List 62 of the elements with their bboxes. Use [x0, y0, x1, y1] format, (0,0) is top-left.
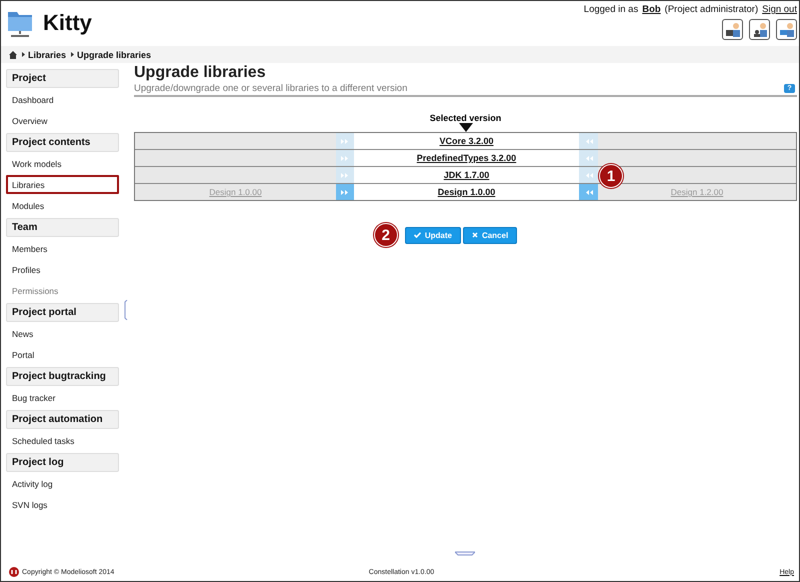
caret-icon [22, 52, 25, 57]
close-icon [472, 232, 478, 238]
sidebar-item[interactable]: Work models [6, 154, 119, 173]
lower-version: Design 1.0.00 [209, 187, 262, 197]
double-right-arrow-icon [341, 138, 349, 144]
page-title: Upgrade libraries [134, 64, 267, 82]
current-version-link[interactable]: VCore 3.2.00 [439, 136, 494, 146]
sidebar-section-header: Project log [6, 453, 119, 472]
double-left-arrow-icon [584, 172, 592, 178]
sidebar-item[interactable]: Scheduled tasks [6, 431, 119, 450]
home-icon[interactable] [9, 50, 17, 58]
sidebar-item[interactable]: Profiles [6, 260, 119, 279]
logo-icon [9, 567, 19, 577]
sidebar-section-header: Project automation [6, 410, 119, 429]
user-monitor-icon [778, 22, 794, 38]
sidebar-item[interactable]: Bug tracker [6, 388, 119, 407]
user-role: (Project administrator) [664, 4, 758, 15]
toolbar-button[interactable] [776, 19, 797, 40]
collapse-handle[interactable] [455, 551, 475, 556]
downgrade-button[interactable] [336, 184, 354, 200]
users-icon [752, 22, 768, 38]
double-left-arrow-icon [584, 156, 592, 160]
sidebar-item[interactable]: Dashboard [6, 90, 119, 109]
check-icon [414, 232, 421, 238]
sidebar-section-header: Project contents [6, 133, 119, 152]
double-right-arrow-icon [341, 190, 349, 194]
sidebar-section-header: Team [6, 218, 119, 237]
sidebar-section-header: Project bugtracking [6, 367, 119, 386]
splitter-handle[interactable] [124, 300, 128, 320]
caret-icon [71, 52, 74, 57]
toolbar-button[interactable] [749, 19, 770, 40]
user-link[interactable]: Bob [642, 4, 661, 15]
sidebar-section-header: Project [6, 69, 119, 88]
sidebar-section-header: Project portal [6, 303, 119, 322]
step-marker: 2 [374, 223, 398, 247]
admin-computer-icon [724, 22, 740, 38]
breadcrumb-link[interactable]: Libraries [22, 50, 66, 60]
upper-version: Design 1.2.00 [670, 187, 724, 197]
upgrade-button[interactable] [579, 184, 598, 200]
sidebar-item[interactable]: Activity log [6, 474, 119, 493]
double-left-arrow-icon [584, 190, 592, 194]
toolbar-button[interactable] [722, 19, 743, 40]
current-version-link[interactable]: JDK 1.7.00 [444, 170, 490, 180]
sidebar-item[interactable]: News [6, 324, 119, 343]
sidebar-item[interactable]: Overview [6, 111, 119, 130]
double-right-arrow-icon [341, 156, 349, 160]
logged-in-label: Logged in as [584, 4, 638, 15]
app-title: Kitty [43, 10, 92, 36]
sign-out-link[interactable]: Sign out [762, 4, 797, 15]
sidebar-item[interactable]: Modules [6, 196, 119, 215]
selected-version-label: Selected version [428, 113, 502, 123]
double-left-arrow-icon [584, 138, 592, 144]
sidebar-item[interactable]: Portal [6, 345, 119, 364]
page-subtitle: Upgrade/downgrade one or several libraries to a different version [134, 83, 408, 94]
current-version-link[interactable]: Design 1.0.00 [438, 187, 496, 197]
current-version-link[interactable]: PredefinedTypes 3.2.00 [416, 153, 516, 163]
sidebar-item[interactable]: Libraries [6, 175, 119, 194]
double-right-arrow-icon [341, 172, 349, 178]
breadcrumb-link[interactable]: Upgrade libraries [71, 50, 152, 60]
sidebar-item[interactable]: Members [6, 239, 119, 258]
down-pointer-icon [458, 123, 472, 132]
sidebar-item[interactable]: SVN logs [6, 495, 119, 514]
